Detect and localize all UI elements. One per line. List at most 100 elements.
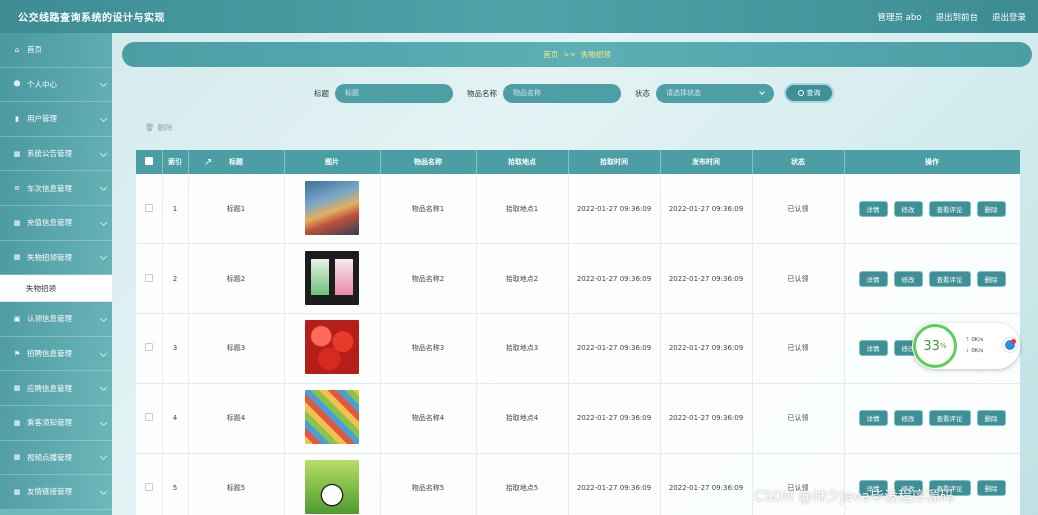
logout-link[interactable]: 退出登录 xyxy=(992,11,1026,23)
publish-time-cell: 2022-01-27 09:36:09 xyxy=(660,174,753,245)
header-image: 图片 xyxy=(284,150,381,174)
sidebar-item-label: 认领信息管理 xyxy=(27,314,72,324)
delete-button[interactable]: 删除 xyxy=(976,200,1006,217)
back-to-front-link[interactable]: 退出到前台 xyxy=(935,11,978,23)
sidebar-item-user-management[interactable]: ▮ 用户管理 xyxy=(0,102,112,137)
breadcrumb-current: 失物招领 xyxy=(580,50,611,59)
sidebar-item-link-management[interactable]: ▦ 友情链接管理 xyxy=(0,475,112,510)
header-item-name: 物品名称 xyxy=(380,150,477,174)
title-cell: 标题4 xyxy=(188,383,285,454)
speed-percent: 33 xyxy=(923,338,940,354)
sidebar-item-claim-management[interactable]: ▣ 认领信息管理 xyxy=(0,302,112,337)
row-checkbox[interactable] xyxy=(144,203,153,212)
item-image[interactable] xyxy=(305,250,359,305)
row-checkbox[interactable] xyxy=(144,343,153,352)
sidebar-item-label: 个人中心 xyxy=(27,79,57,89)
sidebar-item-personal-center[interactable]: ☻ 个人中心 xyxy=(0,67,112,103)
detail-button[interactable]: 详情 xyxy=(858,340,888,357)
view-comments-button[interactable]: 查看评论 xyxy=(928,410,971,427)
chevron-down-icon xyxy=(99,418,108,426)
status-cell: 已认领 xyxy=(752,243,845,315)
upload-arrow-icon: ↑ xyxy=(965,337,970,343)
item-image[interactable] xyxy=(305,460,359,515)
sidebar-item-announcement-management[interactable]: ▦ 系统公告管理 xyxy=(0,136,112,172)
publish-time-cell: 2022-01-27 09:36:09 xyxy=(660,313,753,384)
actions-cell: 详情 修改 查看评论 删除 xyxy=(844,174,1020,245)
sidebar-item-recharge-management[interactable]: ▦ 充值信息管理 xyxy=(0,205,112,241)
publish-time-cell: 2022-01-27 09:36:09 xyxy=(660,383,753,454)
search-button[interactable]: 查询 xyxy=(784,83,834,103)
row-checkbox[interactable] xyxy=(144,413,153,422)
view-comments-button[interactable]: 查看评论 xyxy=(928,200,971,217)
header-title: 标题 xyxy=(188,150,285,174)
sidebar-item-home[interactable]: ⌂ 首页 xyxy=(0,33,112,68)
sidebar-item-recruitment-management[interactable]: ⚑ 招聘信息管理 xyxy=(0,336,112,372)
row-select-cell xyxy=(136,383,163,454)
breadcrumb: 首页 >> 失物招领 xyxy=(122,42,1032,67)
row-checkbox[interactable] xyxy=(144,483,153,492)
network-speed-widget[interactable]: 33% ↑ 0K/s ↓ 0K/s xyxy=(912,323,1020,369)
sidebar-item-label: 车次信息管理 xyxy=(27,183,72,193)
sidebar-item-application-management[interactable]: ▦ 应聘信息管理 xyxy=(0,371,112,406)
edit-button[interactable]: 修改 xyxy=(893,410,923,427)
delete-button[interactable]: 删除 xyxy=(976,270,1006,287)
item-name-cell: 物品名称5 xyxy=(380,453,477,515)
mouse-cursor-icon: ↗ xyxy=(204,157,213,168)
speed-percent-sign: % xyxy=(939,342,947,350)
sidebar-item-lost-found-management[interactable]: ▦ 失物招领管理 xyxy=(0,240,112,276)
row-checkbox[interactable] xyxy=(144,273,153,282)
edit-button[interactable]: 修改 xyxy=(893,200,923,217)
table-row: 4 标题4 物品名称4 拾取地点4 2022-01-27 09:36:09 20… xyxy=(136,383,1020,454)
chevron-down-icon xyxy=(99,453,108,461)
chevron-down-icon xyxy=(99,114,108,123)
breadcrumb-separator: >> xyxy=(563,50,576,59)
pickup-place-cell: 拾取地点2 xyxy=(476,243,569,315)
item-image[interactable] xyxy=(305,180,359,235)
status-select[interactable]: 请选择状态 xyxy=(656,83,774,103)
sidebar-item-passenger-notice-management[interactable]: ▦ 乘客须知管理 xyxy=(0,405,112,441)
chevron-down-icon xyxy=(99,184,108,192)
list-icon: ≡ xyxy=(14,184,20,193)
item-image[interactable] xyxy=(305,390,359,445)
pickup-place-cell: 拾取地点3 xyxy=(476,313,569,384)
actions-cell: 详情 修改 查看评论 删除 xyxy=(844,243,1020,315)
select-all-checkbox[interactable] xyxy=(144,157,153,165)
bulk-delete-button[interactable]: 🗑 删除 xyxy=(145,122,173,133)
chevron-down-icon xyxy=(99,349,108,357)
breadcrumb-home[interactable]: 首页 xyxy=(543,49,558,60)
chevron-down-icon xyxy=(99,314,108,322)
chevron-down-icon xyxy=(99,218,108,226)
edit-button[interactable]: 修改 xyxy=(893,270,923,287)
sidebar-item-video-management[interactable]: ▦ 视频点播管理 xyxy=(0,440,112,476)
image-cell xyxy=(284,243,381,315)
item-image[interactable] xyxy=(305,320,359,375)
table-row: 2 标题2 物品名称2 拾取地点2 2022-01-27 09:36:09 20… xyxy=(136,243,1020,315)
sidebar-item-label: 用户管理 xyxy=(27,114,57,124)
item-name-search-input[interactable] xyxy=(503,83,621,103)
row-select-cell xyxy=(136,174,163,245)
item-name-cell: 物品名称4 xyxy=(380,383,477,454)
item-name-cell: 物品名称3 xyxy=(380,313,477,384)
top-bar: 公交线路查询系统的设计与实现 管理员 abo 退出到前台 退出登录 xyxy=(0,0,1038,33)
sidebar-item-trip-management[interactable]: ≡ 车次信息管理 xyxy=(0,171,112,206)
delete-button[interactable]: 删除 xyxy=(976,410,1006,427)
sidebar-subitem-lost-found[interactable]: 失物招领 xyxy=(0,275,112,303)
row-select-cell xyxy=(136,453,163,515)
assistant-badge-icon[interactable] xyxy=(1003,338,1017,352)
image-cell xyxy=(284,453,381,515)
item-name-cell: 物品名称2 xyxy=(380,243,477,315)
image-cell xyxy=(284,383,381,454)
chevron-down-icon xyxy=(759,89,765,95)
detail-button[interactable]: 详情 xyxy=(858,200,888,217)
detail-button[interactable]: 详情 xyxy=(858,410,888,427)
watermark: CSDN @林少Java毕设程序源码 xyxy=(754,489,954,505)
row-select-cell xyxy=(136,243,163,315)
title-cell: 标题2 xyxy=(188,243,285,315)
sidebar-item-label: 系统公告管理 xyxy=(27,149,72,159)
title-search-input[interactable] xyxy=(335,83,453,103)
view-comments-button[interactable]: 查看评论 xyxy=(928,270,971,287)
detail-button[interactable]: 详情 xyxy=(858,270,888,287)
delete-button[interactable]: 删除 xyxy=(976,480,1006,497)
item-name-filter-label: 物品名称 xyxy=(467,88,497,98)
bar-chart-icon: ▮ xyxy=(15,114,19,123)
